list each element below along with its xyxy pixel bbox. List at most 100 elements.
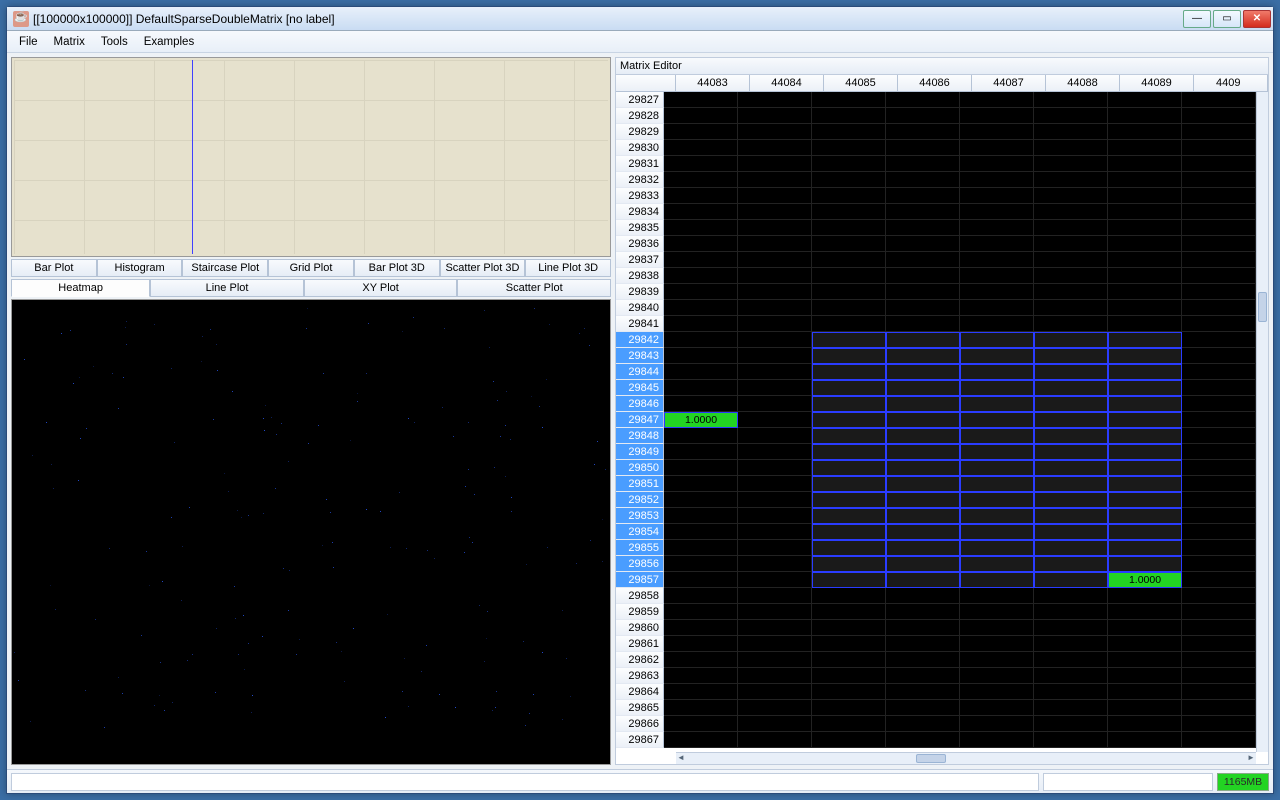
matrix-cell[interactable]: [1108, 300, 1182, 316]
matrix-cell[interactable]: [812, 540, 886, 556]
matrix-cell[interactable]: [960, 284, 1034, 300]
matrix-cell[interactable]: [1182, 460, 1256, 476]
matrix-cell[interactable]: [664, 588, 738, 604]
matrix-cell[interactable]: [960, 188, 1034, 204]
table-row[interactable]: 29858: [616, 588, 1256, 604]
matrix-cell[interactable]: [738, 108, 812, 124]
row-header[interactable]: 29848: [616, 428, 664, 444]
menu-file[interactable]: File: [11, 34, 46, 50]
matrix-cell[interactable]: [1034, 252, 1108, 268]
matrix-cell[interactable]: [812, 428, 886, 444]
table-row[interactable]: 29833: [616, 188, 1256, 204]
tab-histogram[interactable]: Histogram: [97, 259, 183, 277]
matrix-cell[interactable]: [1108, 220, 1182, 236]
vscroll-thumb[interactable]: [1258, 292, 1267, 322]
row-header[interactable]: 29846: [616, 396, 664, 412]
matrix-cell[interactable]: [960, 460, 1034, 476]
matrix-cell[interactable]: [738, 588, 812, 604]
table-row[interactable]: 29860: [616, 620, 1256, 636]
row-header[interactable]: 29838: [616, 268, 664, 284]
row-header[interactable]: 29842: [616, 332, 664, 348]
matrix-cell[interactable]: [664, 188, 738, 204]
matrix-cell[interactable]: [664, 652, 738, 668]
matrix-cell[interactable]: [960, 252, 1034, 268]
row-header[interactable]: 29862: [616, 652, 664, 668]
matrix-cell[interactable]: [1182, 668, 1256, 684]
close-button[interactable]: ✕: [1243, 10, 1271, 28]
matrix-cell[interactable]: [960, 476, 1034, 492]
matrix-cell[interactable]: [738, 284, 812, 300]
matrix-cell[interactable]: [738, 220, 812, 236]
matrix-cell[interactable]: [1034, 172, 1108, 188]
table-row[interactable]: 298471.0000: [616, 412, 1256, 428]
matrix-cell[interactable]: [812, 156, 886, 172]
matrix-cell[interactable]: [886, 348, 960, 364]
matrix-cell[interactable]: [960, 172, 1034, 188]
matrix-cell[interactable]: [886, 652, 960, 668]
matrix-cell[interactable]: [960, 156, 1034, 172]
matrix-cell[interactable]: [1182, 236, 1256, 252]
table-row[interactable]: 29834: [616, 204, 1256, 220]
matrix-cell[interactable]: [1108, 700, 1182, 716]
matrix-cell[interactable]: [812, 332, 886, 348]
matrix-cell[interactable]: [1108, 268, 1182, 284]
matrix-cell[interactable]: [738, 524, 812, 540]
matrix-cell[interactable]: [738, 396, 812, 412]
matrix-cell[interactable]: [1182, 92, 1256, 108]
matrix-cell[interactable]: [812, 300, 886, 316]
matrix-cell[interactable]: [1182, 588, 1256, 604]
table-row[interactable]: 29837: [616, 252, 1256, 268]
matrix-cell[interactable]: [812, 204, 886, 220]
matrix-cell[interactable]: [1034, 236, 1108, 252]
row-header[interactable]: 29830: [616, 140, 664, 156]
line-plot-area[interactable]: [11, 57, 611, 257]
matrix-cell[interactable]: [1034, 284, 1108, 300]
matrix-cell[interactable]: [886, 700, 960, 716]
matrix-cell[interactable]: [812, 620, 886, 636]
row-header[interactable]: 29854: [616, 524, 664, 540]
matrix-cell[interactable]: [1108, 444, 1182, 460]
matrix-cell[interactable]: [1182, 348, 1256, 364]
matrix-cell[interactable]: [812, 668, 886, 684]
hscroll-left-arrow[interactable]: ◄: [676, 753, 686, 763]
table-row[interactable]: 29856: [616, 556, 1256, 572]
matrix-cell[interactable]: [960, 300, 1034, 316]
row-header[interactable]: 29856: [616, 556, 664, 572]
hscroll-right-arrow[interactable]: ►: [1246, 753, 1256, 763]
matrix-cell[interactable]: [1108, 252, 1182, 268]
matrix-cell[interactable]: [886, 540, 960, 556]
matrix-cell[interactable]: [664, 316, 738, 332]
matrix-cell[interactable]: [1182, 428, 1256, 444]
matrix-cell[interactable]: [1034, 140, 1108, 156]
matrix-cell[interactable]: [664, 524, 738, 540]
matrix-cell[interactable]: [1108, 476, 1182, 492]
row-header[interactable]: 29857: [616, 572, 664, 588]
matrix-cell[interactable]: [1108, 604, 1182, 620]
matrix-cell[interactable]: [1108, 124, 1182, 140]
matrix-cell[interactable]: [664, 268, 738, 284]
matrix-cell[interactable]: [664, 252, 738, 268]
row-header[interactable]: 29847: [616, 412, 664, 428]
matrix-cell[interactable]: [812, 444, 886, 460]
matrix-cell[interactable]: [886, 412, 960, 428]
matrix-cell[interactable]: [738, 332, 812, 348]
matrix-cell[interactable]: [886, 556, 960, 572]
matrix-cell[interactable]: [664, 668, 738, 684]
matrix-cell[interactable]: [1034, 156, 1108, 172]
row-header[interactable]: 29839: [616, 284, 664, 300]
matrix-cell[interactable]: [1108, 492, 1182, 508]
vertical-scrollbar[interactable]: [1256, 92, 1268, 752]
matrix-cell[interactable]: [1182, 444, 1256, 460]
matrix-cell[interactable]: [812, 588, 886, 604]
row-header[interactable]: 29853: [616, 508, 664, 524]
table-row[interactable]: 29859: [616, 604, 1256, 620]
matrix-cell[interactable]: [886, 716, 960, 732]
table-row[interactable]: 29841: [616, 316, 1256, 332]
matrix-cell[interactable]: [664, 540, 738, 556]
column-header[interactable]: 44088: [1046, 75, 1120, 91]
matrix-cell[interactable]: [738, 652, 812, 668]
table-row[interactable]: 29849: [616, 444, 1256, 460]
matrix-cell[interactable]: [664, 124, 738, 140]
matrix-cell[interactable]: [812, 396, 886, 412]
matrix-cell[interactable]: [1034, 268, 1108, 284]
